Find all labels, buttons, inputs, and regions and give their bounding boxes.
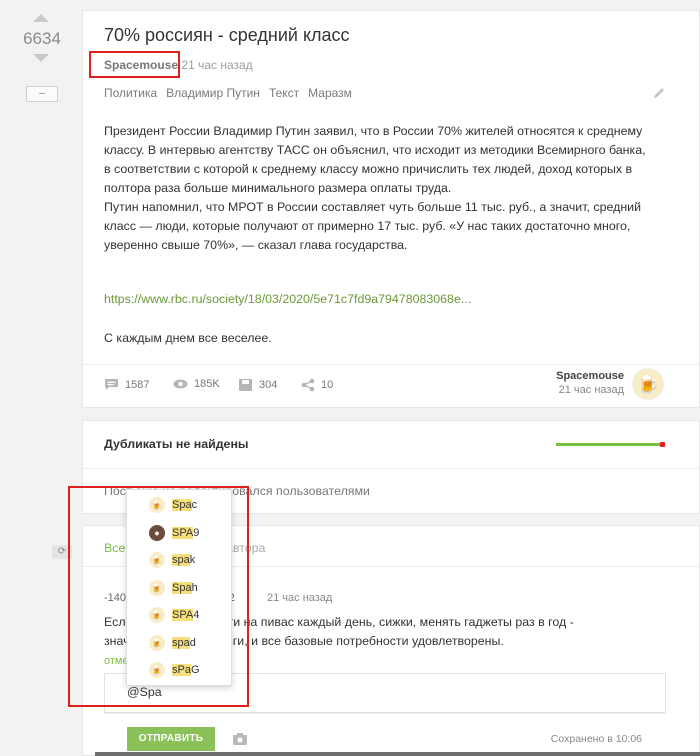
- author-avatar[interactable]: 🍺: [632, 368, 664, 400]
- duplicates-divider: [83, 468, 699, 469]
- camera-icon[interactable]: [233, 733, 247, 745]
- duplicates-progress-bar: [556, 443, 664, 446]
- comments-count-value: 1587: [125, 378, 150, 391]
- author-highlight-box: [89, 51, 180, 78]
- bottom-edge-bar: [95, 752, 700, 756]
- post-tags: Политика Владимир Путин Текст Маразм: [104, 86, 361, 100]
- tag-link[interactable]: Маразм: [308, 86, 352, 100]
- saves-count-value: 304: [259, 379, 278, 391]
- post-time: 21 час назад: [181, 58, 253, 72]
- duplicates-progress-marker: [660, 442, 665, 447]
- views-count: 185K: [173, 378, 220, 390]
- footer-time: 21 час назад: [558, 384, 624, 396]
- send-button[interactable]: ОТПРАВИТЬ: [127, 727, 215, 751]
- post-source-link[interactable]: https://www.rbc.ru/society/18/03/2020/5e…: [104, 292, 471, 306]
- footer-author-link[interactable]: Spacemouse: [520, 370, 624, 382]
- eye-icon: [173, 379, 188, 389]
- post-paragraph: Президент России Владимир Путин заявил, …: [104, 124, 646, 195]
- editor-divider: [104, 713, 666, 714]
- tag-link[interactable]: Владимир Путин: [166, 86, 260, 100]
- upvote-arrow-icon[interactable]: [33, 14, 49, 22]
- post-body: Президент России Владимир Путин заявил, …: [104, 122, 649, 255]
- tag-link[interactable]: Текст: [269, 86, 299, 100]
- post-title[interactable]: 70% россиян - средний класс: [104, 25, 350, 46]
- comments-icon: [105, 379, 118, 390]
- post-rating: 6634: [23, 29, 61, 48]
- downvote-arrow-icon[interactable]: [33, 54, 49, 62]
- duplicates-title: Дубликаты не найдены: [104, 437, 249, 451]
- shares-count-value: 10: [321, 379, 334, 391]
- post-closing-line: С каждым днем все веселее.: [104, 331, 272, 345]
- post-paragraph: Путин напомнил, что МРОТ в России состав…: [104, 200, 642, 252]
- save-icon: [239, 379, 252, 391]
- story-footer-divider: [83, 364, 699, 365]
- saves-count[interactable]: 304: [238, 378, 277, 392]
- share-icon: [301, 378, 315, 392]
- comment-time: 21 час назад: [267, 592, 333, 604]
- saved-status: Сохранено в 10:06: [550, 733, 642, 745]
- comments-count[interactable]: 1587: [104, 378, 149, 391]
- popup-highlight-box: [68, 486, 249, 707]
- hide-post-button[interactable]: –: [26, 86, 58, 102]
- tag-link[interactable]: Политика: [104, 86, 157, 100]
- views-count-value: 185K: [194, 378, 220, 390]
- shares-count[interactable]: 10: [301, 378, 333, 392]
- edit-pencil-icon[interactable]: [652, 86, 666, 100]
